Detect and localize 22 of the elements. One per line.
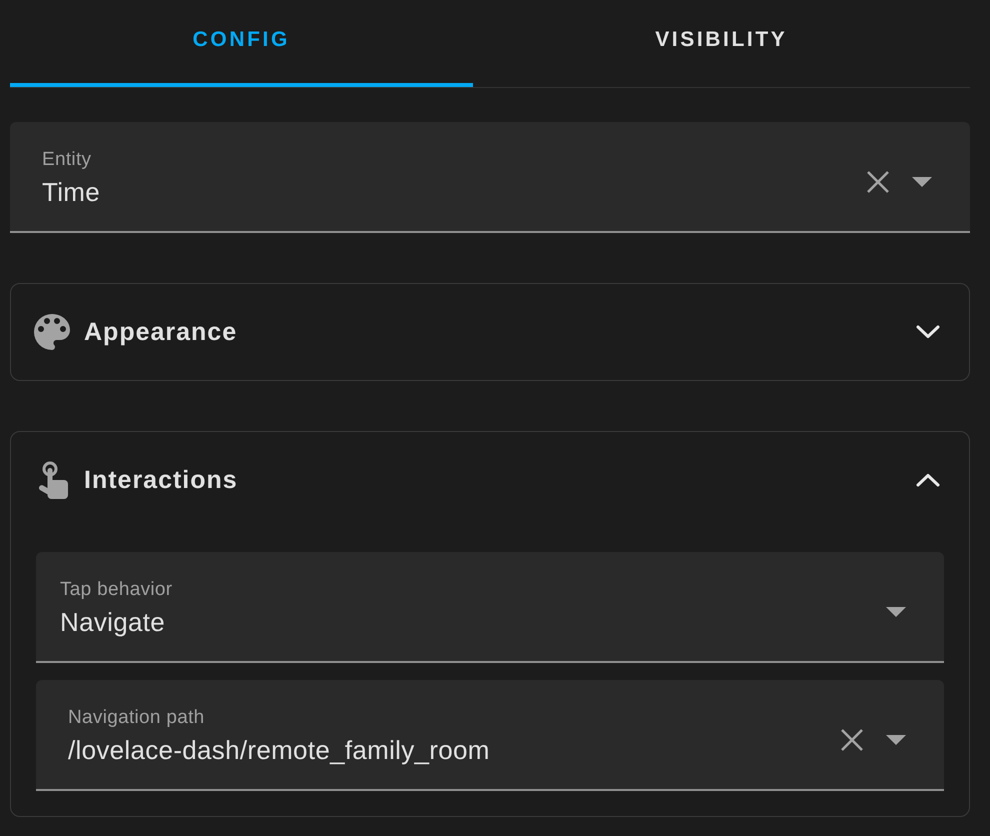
field-value: Time <box>42 176 100 209</box>
clear-icon[interactable] <box>866 170 890 194</box>
dropdown-arrow-icon[interactable] <box>886 735 906 745</box>
panel-title: Interactions <box>84 466 239 494</box>
field-value: /lovelace-dash/remote_family_room <box>68 734 490 767</box>
combobox-field[interactable]: Entity Time <box>10 122 970 233</box>
dropdown-arrow-icon[interactable] <box>886 607 906 617</box>
field-value: Navigate <box>60 606 166 639</box>
tab[interactable]: CONFIG <box>10 0 473 87</box>
panel-title: Appearance <box>84 318 238 346</box>
field-label: Navigation path <box>68 707 205 729</box>
chevron-down-icon[interactable] <box>916 325 940 339</box>
field-label: Tap behavior <box>60 579 172 601</box>
combobox-field[interactable]: Navigation path /lovelace-dash/remote_family_room <box>36 680 944 791</box>
palette-icon <box>34 314 70 350</box>
field-label: Entity <box>42 149 92 171</box>
chevron-up-icon[interactable] <box>916 473 940 487</box>
dropdown-arrow-icon[interactable] <box>912 177 932 187</box>
tab[interactable]: VISIBILITY <box>472 0 970 87</box>
select-field[interactable]: Tap behavior Navigate <box>36 552 944 663</box>
clear-icon[interactable] <box>840 728 864 752</box>
hand-tap-icon <box>38 461 68 499</box>
